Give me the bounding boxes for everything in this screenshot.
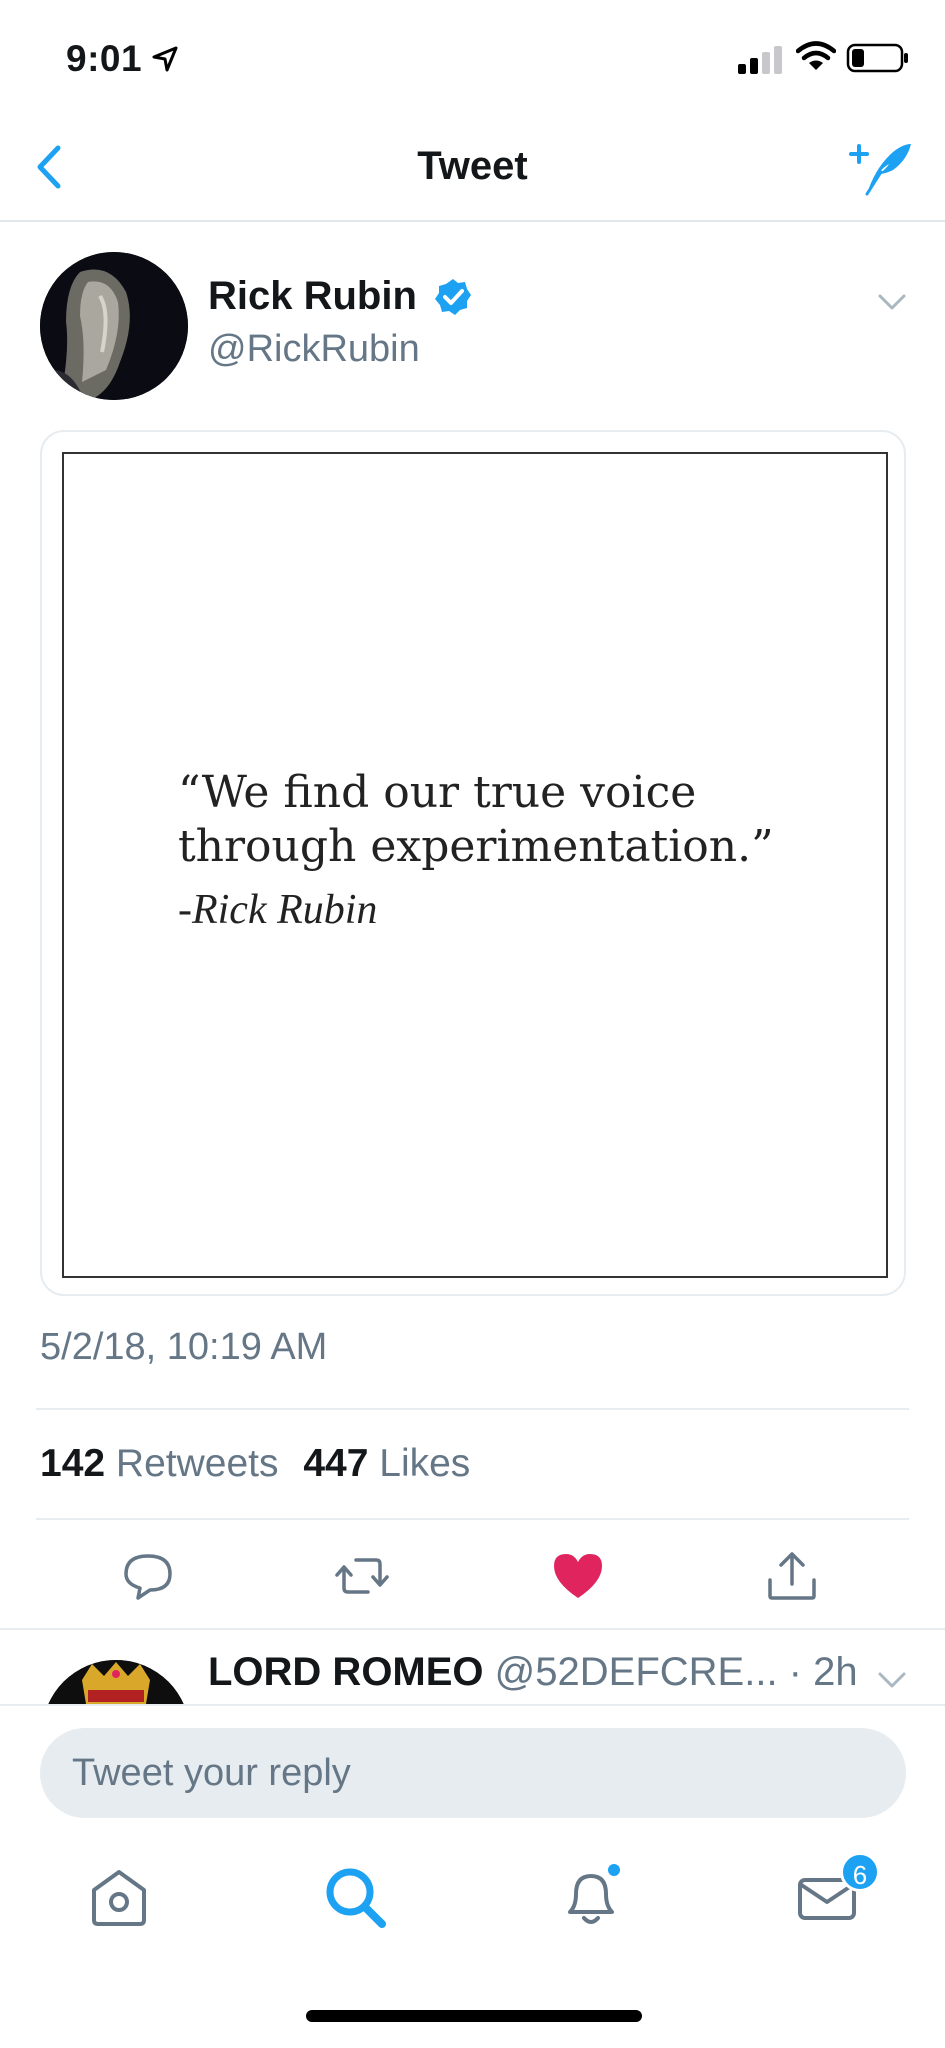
reply-handle-time: @52DEFCRE... · 2h — [483, 1650, 858, 1694]
chevron-down-icon[interactable] — [877, 1670, 907, 1690]
reply-author-name[interactable]: LORD ROMEO — [208, 1650, 484, 1694]
quote-attribution: -Rick Rubin — [178, 887, 378, 933]
tweet-media-card[interactable]: “We find our true voice through experime… — [40, 430, 906, 1296]
retweets-count[interactable]: 142 — [40, 1442, 105, 1485]
likes-count[interactable]: 447 — [303, 1442, 368, 1485]
quote-image-frame: “We find our true voice through experime… — [62, 452, 888, 1278]
retweet-icon[interactable] — [334, 1548, 390, 1604]
quote-text: “We find our true voice through experime… — [178, 767, 774, 872]
reply-bubble-icon[interactable] — [120, 1548, 176, 1604]
author-avatar-image — [40, 252, 188, 400]
divider — [36, 1518, 909, 1520]
compose-tweet-icon[interactable] — [845, 138, 915, 198]
home-indicator[interactable] — [306, 2010, 642, 2022]
retweets-label[interactable]: Retweets — [116, 1442, 279, 1485]
tab-bar — [0, 1840, 945, 1960]
wifi-icon — [796, 41, 836, 70]
share-icon[interactable] — [764, 1548, 820, 1604]
notification-dot — [606, 1862, 622, 1878]
verified-badge-icon — [435, 279, 471, 315]
battery-icon — [846, 43, 908, 73]
messages-badge: 6 — [840, 1852, 880, 1892]
tweet-timestamp: 5/2/18, 10:19 AM — [40, 1326, 328, 1368]
status-bar: 9:01 — [0, 0, 945, 110]
reply-header: LORD ROMEO @52DEFCRE... · 2h — [208, 1650, 858, 1695]
author-name[interactable]: Rick Rubin — [208, 274, 417, 319]
navigation-bar: Tweet — [0, 110, 945, 222]
reply-input[interactable] — [40, 1728, 906, 1818]
location-arrow-icon — [152, 46, 178, 72]
author-handle[interactable]: @RickRubin — [208, 328, 420, 371]
page-title: Tweet — [417, 144, 528, 188]
author-avatar[interactable] — [40, 252, 188, 400]
status-time: 9:01 — [66, 38, 143, 79]
chevron-down-icon[interactable] — [877, 292, 907, 312]
divider — [36, 1408, 909, 1410]
reply-preview[interactable]: LORD ROMEO @52DEFCRE... · 2h — [0, 1628, 945, 1706]
crown-avatar-image — [42, 1660, 190, 1706]
tweet-stats: 142 Retweets 447 Likes — [40, 1442, 484, 1486]
search-icon[interactable] — [320, 1862, 390, 1932]
tweet-actions — [0, 1528, 945, 1628]
reply-compose-bar — [0, 1704, 945, 1818]
cellular-signal-icon — [738, 46, 782, 74]
reply-avatar[interactable] — [42, 1660, 190, 1706]
likes-label[interactable]: Likes — [379, 1442, 470, 1485]
like-heart-icon[interactable] — [550, 1548, 606, 1604]
home-icon[interactable] — [84, 1862, 154, 1932]
